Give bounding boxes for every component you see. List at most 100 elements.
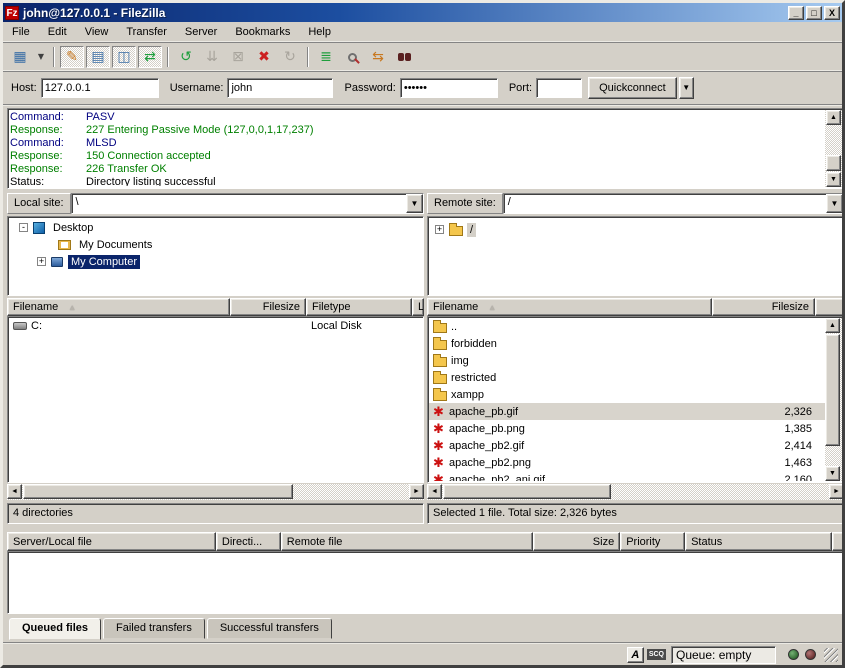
process-queue-button[interactable]: ⇊ [200, 46, 224, 68]
folder-icon [449, 226, 463, 236]
speed-limits-icon[interactable]: SCQ [647, 649, 666, 660]
column-remote-file[interactable]: Remote file [281, 532, 534, 551]
reconnect-icon: ↻ [284, 50, 296, 64]
file-row[interactable]: ✱apache_pb2_ani.gif2,160 [429, 471, 826, 481]
file-row[interactable]: ✱apache_pb2.gif2,414 [429, 437, 826, 454]
site-manager-dropdown-button[interactable]: ▼ [34, 46, 48, 68]
close-button[interactable]: X [824, 6, 840, 20]
quickconnect-dropdown-button[interactable]: ▼ [679, 77, 694, 99]
menu-edit[interactable]: Edit [39, 24, 76, 40]
toggle-remote-tree-button[interactable]: ◫ [112, 46, 136, 68]
site-manager-button[interactable]: ▦ [8, 46, 32, 68]
transfer-type-icon[interactable]: A [627, 647, 644, 663]
toggle-message-log-button[interactable]: ✎ [60, 46, 84, 68]
scroll-down-icon[interactable]: ▼ [826, 172, 841, 187]
scroll-right-icon[interactable]: ► [829, 484, 844, 499]
file-row[interactable]: xampp [429, 386, 826, 403]
menu-transfer[interactable]: Transfer [117, 24, 176, 40]
column-last-modified[interactable]: L [412, 298, 424, 316]
scroll-thumb[interactable] [825, 334, 840, 446]
file-search-button[interactable] [340, 46, 364, 68]
upload-activity-led [805, 649, 816, 660]
tab-queued-files[interactable]: Queued files [9, 618, 101, 640]
scroll-left-icon[interactable]: ◄ [7, 484, 22, 499]
file-row[interactable]: img [429, 352, 826, 369]
status-bar: A SCQ Queue: empty [3, 643, 842, 665]
column-filesize[interactable]: Filesize [712, 298, 815, 316]
reconnect-button[interactable]: ↻ [278, 46, 302, 68]
tree-item-my-computer[interactable]: + My Computer [8, 253, 423, 270]
log-line: Response:227 Entering Passive Mode (127,… [10, 124, 824, 137]
file-row[interactable]: C: Local Disk [8, 317, 423, 334]
menu-bookmarks[interactable]: Bookmarks [226, 24, 299, 40]
remote-site-label: Remote site: [427, 193, 503, 214]
column-filesize[interactable]: Filesize [230, 298, 306, 316]
expand-icon[interactable]: + [435, 225, 444, 234]
tree-item-root[interactable]: + / [428, 221, 843, 238]
log-line: Response:150 Connection accepted [10, 150, 824, 163]
tree-item-desktop[interactable]: - Desktop [8, 219, 423, 236]
tree-item-my-documents[interactable]: My Documents [8, 236, 423, 253]
file-row[interactable]: restricted [429, 369, 826, 386]
column-status[interactable]: Status [685, 532, 832, 551]
cancel-button[interactable]: ⊠ [226, 46, 250, 68]
host-input[interactable] [41, 78, 159, 98]
password-input[interactable] [400, 78, 498, 98]
tab-successful-transfers[interactable]: Successful transfers [207, 618, 332, 639]
file-row[interactable]: ✱apache_pb2.png1,463 [429, 454, 826, 471]
file-row[interactable]: forbidden [429, 335, 826, 352]
port-input[interactable] [536, 78, 582, 98]
toggle-transfer-queue-button[interactable]: ⇄ [138, 46, 162, 68]
scroll-thumb[interactable] [23, 484, 293, 499]
minimize-button[interactable]: _ [788, 6, 804, 20]
remote-site-combobox[interactable]: / ▼ [503, 193, 844, 214]
directory-listing-filters-button[interactable]: ≣ [314, 46, 338, 68]
toolbar-separator [167, 47, 169, 67]
resize-grip[interactable] [824, 648, 838, 662]
log-scrollbar[interactable]: ▲ ▼ [825, 110, 842, 187]
scroll-up-icon[interactable]: ▲ [825, 318, 840, 333]
file-row[interactable]: .. [429, 318, 826, 335]
toolbar-separator [53, 47, 55, 67]
menu-help[interactable]: Help [299, 24, 340, 40]
menu-file[interactable]: File [3, 24, 39, 40]
column-priority[interactable]: Priority [620, 532, 685, 551]
chevron-down-icon[interactable]: ▼ [406, 194, 423, 213]
remote-vscrollbar[interactable]: ▲ ▼ [825, 318, 842, 481]
column-server-local-file[interactable]: Server/Local file [7, 532, 216, 551]
title-bar[interactable]: Fz john@127.0.0.1 - FileZilla _ □ X [3, 3, 842, 22]
disconnect-icon: ✖ [258, 50, 270, 64]
local-hscrollbar[interactable]: ◄ ► [7, 484, 424, 500]
maximize-button[interactable]: □ [806, 6, 822, 20]
scroll-thumb[interactable] [826, 155, 841, 171]
scroll-thumb[interactable] [443, 484, 611, 499]
file-row-selected[interactable]: ✱apache_pb.gif2,326 [429, 403, 826, 420]
column-filename[interactable]: Filename▲ [427, 298, 712, 316]
column-filename[interactable]: Filename▲ [7, 298, 230, 316]
file-row[interactable]: ✱apache_pb.png1,385 [429, 420, 826, 437]
quickconnect-button[interactable]: Quickconnect [588, 77, 677, 99]
refresh-button[interactable]: ↺ [174, 46, 198, 68]
compare-directories-button[interactable] [392, 46, 416, 68]
column-size[interactable]: Size [533, 532, 620, 551]
sync-browse-icon: ⇆ [372, 50, 384, 64]
disconnect-button[interactable]: ✖ [252, 46, 276, 68]
scroll-up-icon[interactable]: ▲ [826, 110, 841, 125]
local-site-combobox[interactable]: \ ▼ [71, 193, 424, 214]
column-direction[interactable]: Directi... [216, 532, 281, 551]
log-line: Response:226 Transfer OK [10, 163, 824, 176]
tab-failed-transfers[interactable]: Failed transfers [103, 618, 205, 639]
chevron-down-icon[interactable]: ▼ [826, 194, 843, 213]
column-filetype[interactable]: Filetype [306, 298, 412, 316]
expand-icon[interactable]: + [37, 257, 46, 266]
remote-hscrollbar[interactable]: ◄ ► [427, 484, 844, 500]
username-input[interactable] [227, 78, 333, 98]
menu-view[interactable]: View [76, 24, 118, 40]
scroll-left-icon[interactable]: ◄ [427, 484, 442, 499]
collapse-icon[interactable]: - [19, 223, 28, 232]
toggle-local-tree-button[interactable]: ▤ [86, 46, 110, 68]
synchronized-browsing-button[interactable]: ⇆ [366, 46, 390, 68]
scroll-right-icon[interactable]: ► [409, 484, 424, 499]
menu-server[interactable]: Server [176, 24, 226, 40]
scroll-down-icon[interactable]: ▼ [825, 466, 840, 481]
